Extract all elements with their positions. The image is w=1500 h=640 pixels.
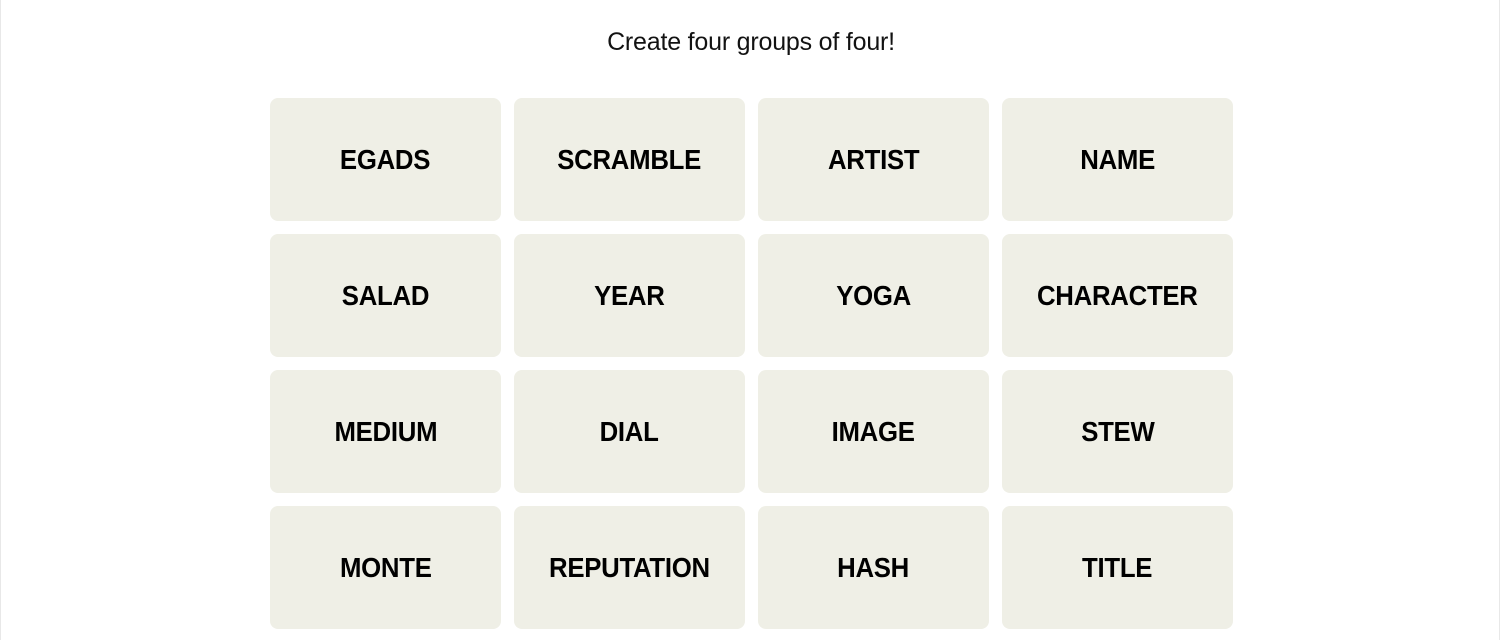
word-tile[interactable]: NAME bbox=[1002, 98, 1233, 221]
word-tile-label: ARTIST bbox=[827, 143, 920, 175]
word-tile[interactable]: HASH bbox=[758, 506, 989, 629]
word-tile[interactable]: STEW bbox=[1002, 370, 1233, 493]
word-tile[interactable]: CHARACTER bbox=[1002, 234, 1233, 357]
word-tile[interactable]: SCRAMBLE bbox=[514, 98, 745, 221]
word-tile[interactable]: REPUTATION bbox=[514, 506, 745, 629]
word-tile-label: MEDIUM bbox=[334, 415, 437, 447]
instructions-text: Create four groups of four! bbox=[607, 28, 895, 56]
word-tile[interactable]: MONTE bbox=[270, 506, 501, 629]
word-tile[interactable]: YEAR bbox=[514, 234, 745, 357]
word-tile-label: HASH bbox=[837, 551, 910, 583]
word-tile-label: CHARACTER bbox=[1037, 279, 1198, 311]
word-tile[interactable]: MEDIUM bbox=[270, 370, 501, 493]
word-tile-label: STEW bbox=[1080, 415, 1155, 447]
word-tile-label: EGADS bbox=[340, 143, 431, 175]
word-tile-label: DIAL bbox=[600, 415, 659, 447]
word-tile-label: NAME bbox=[1080, 143, 1155, 175]
word-tile[interactable]: TITLE bbox=[1002, 506, 1233, 629]
word-tile[interactable]: IMAGE bbox=[758, 370, 989, 493]
word-tile-label: MONTE bbox=[339, 551, 432, 583]
word-tile-label: SCRAMBLE bbox=[557, 143, 702, 175]
word-tile-label: SALAD bbox=[341, 279, 430, 311]
word-tile[interactable]: DIAL bbox=[514, 370, 745, 493]
word-tile-label: IMAGE bbox=[831, 415, 916, 447]
word-board: EGADS SCRAMBLE ARTIST NAME SALAD YEAR YO… bbox=[270, 98, 1233, 629]
word-tile-label: TITLE bbox=[1082, 551, 1153, 583]
word-tile[interactable]: SALAD bbox=[270, 234, 501, 357]
word-tile[interactable]: YOGA bbox=[758, 234, 989, 357]
word-tile-label: YEAR bbox=[594, 279, 665, 311]
word-tile[interactable]: EGADS bbox=[270, 98, 501, 221]
word-tile[interactable]: ARTIST bbox=[758, 98, 989, 221]
word-tile-label: REPUTATION bbox=[549, 551, 710, 583]
word-tile-label: YOGA bbox=[836, 279, 911, 311]
